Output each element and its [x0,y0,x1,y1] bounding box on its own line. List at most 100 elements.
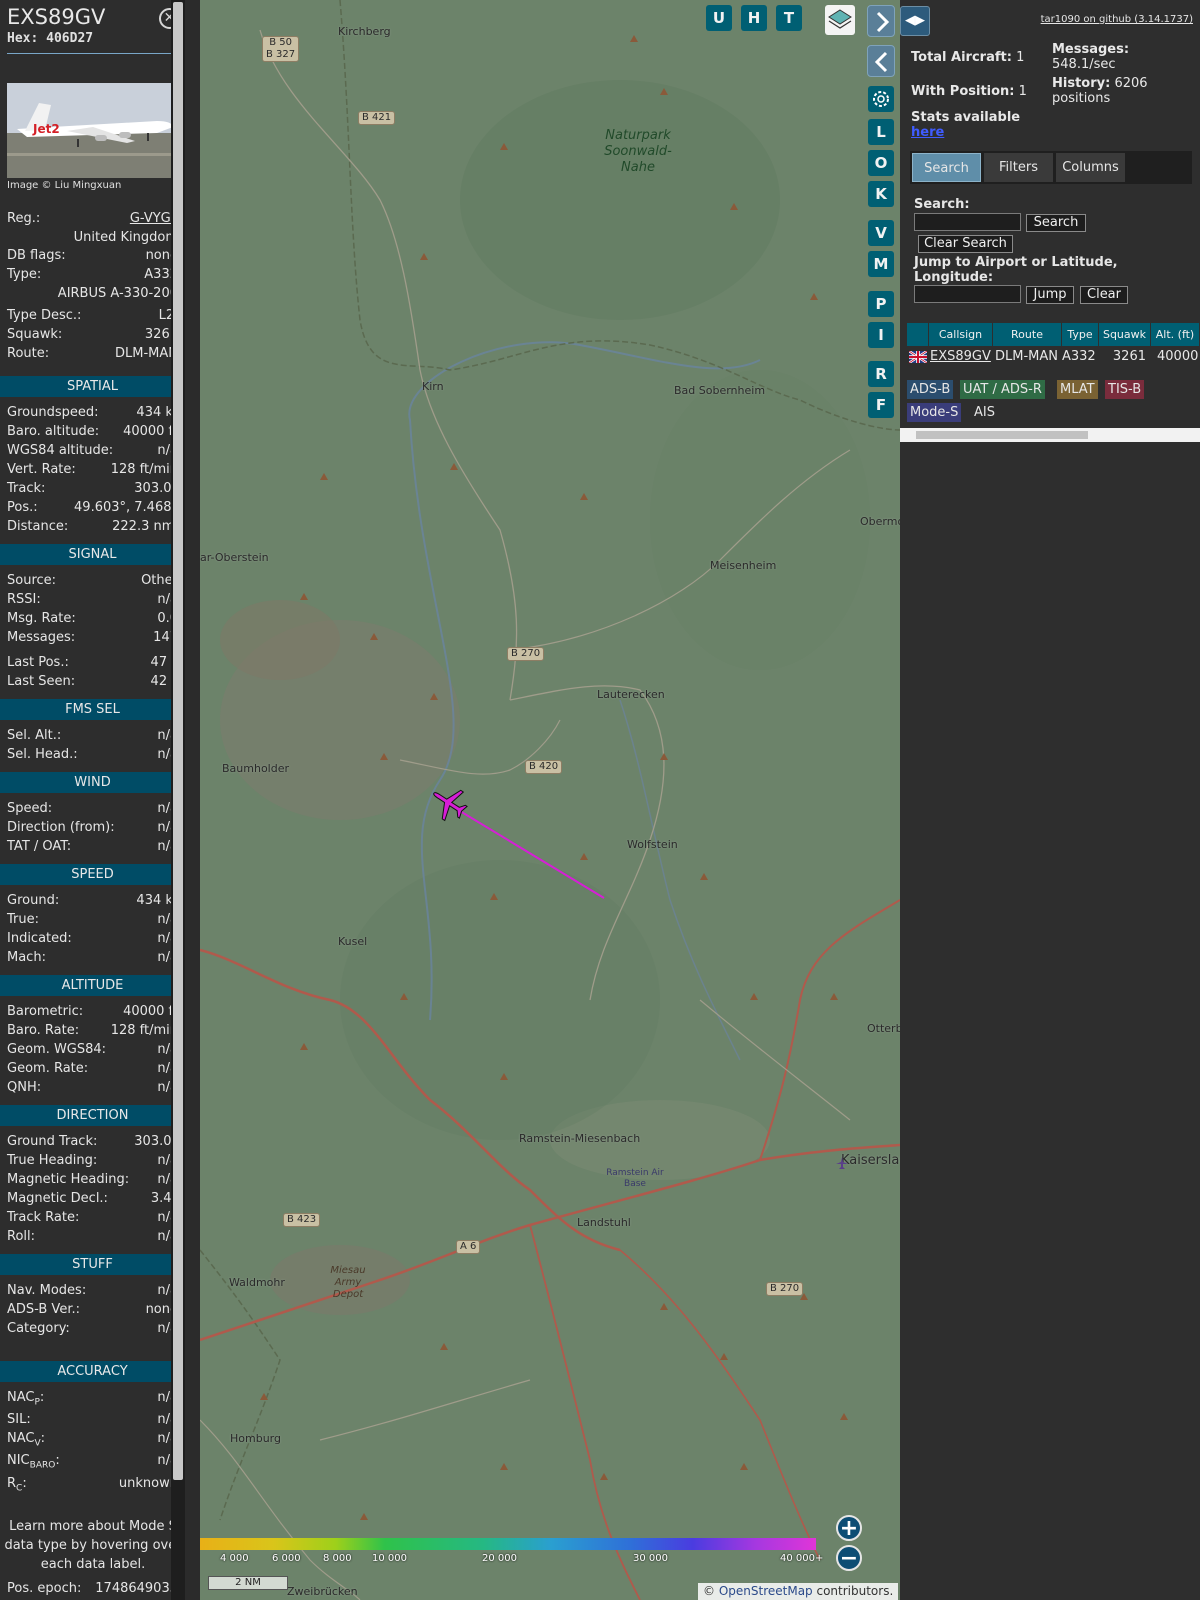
altitude-tick: 30 000 [633,1553,668,1564]
info-panel-scrollbar[interactable] [171,0,185,1600]
road-shield: B 270 [507,647,545,661]
aircraft-info-panel: EXS89GV Hex: 406D27 ✕ Jet2 Image © Liu M… [0,0,185,1600]
toggle-layout-button[interactable]: ◀▶ [900,6,930,36]
map-button-i[interactable]: I [868,322,894,348]
magnetic-decl-row: Magnetic Decl.: 3.4° [7,1191,178,1206]
col-type[interactable]: Type [1062,323,1099,346]
with-position-stat: With Position: 1 [911,84,1027,99]
stats-here-link[interactable]: here [911,125,944,140]
col-squawk[interactable]: Squawk [1099,323,1151,346]
place-label: Obermo [860,515,900,528]
altitude-tick: 20 000 [482,1553,517,1564]
map-button-r[interactable]: R [868,361,894,387]
groundspeed-row: Groundspeed: 434 kt [7,405,178,420]
row-squawk: 3261 [1112,349,1146,364]
zoom-out-button[interactable]: − [836,1545,862,1571]
map-button-t[interactable]: T [776,5,802,31]
table-horizontal-scrollbar[interactable] [900,428,1200,442]
aircraft-photo[interactable]: Jet2 [7,83,178,178]
map-view[interactable]: Kirchberg Kirn Bad Sobernheim Meisenheim… [200,0,900,1600]
messages-row: Messages: 147 [7,630,178,645]
row-callsign[interactable]: EXS89GV [930,348,991,366]
last-seen-row: Last Seen: 42 s [7,674,178,689]
search-input[interactable] [914,213,1021,231]
map-button-o[interactable]: O [868,150,894,176]
row-route: DLM-MAN [995,349,1058,364]
col-flag [907,323,929,346]
clear-button[interactable]: Clear [1080,286,1128,304]
settings-button[interactable] [868,86,894,112]
chip-modes: Mode-S [907,403,962,422]
altitude-tick: 40 000+ [780,1553,824,1564]
magnetic-heading-row: Magnetic Heading: n/a [7,1172,178,1187]
last-pos-row: Last Pos.: 47 s [7,655,178,670]
osm-link[interactable]: OpenStreetMap [719,1584,813,1598]
layers-button[interactable] [825,5,855,35]
jump-button[interactable]: Jump [1026,286,1074,304]
place-label: Lauterecken [597,688,665,701]
barometric-row: Barometric: 40000 ft [7,1004,178,1019]
version-link[interactable]: tar1090 on github (3.14.1737) [1041,14,1193,25]
section-wind: WIND [0,772,185,793]
map-button-u[interactable]: U [706,5,732,31]
place-label: ar-Oberstein [200,551,269,564]
map-button-f[interactable]: F [868,392,894,418]
ground-speed-row: Ground: 434 kt [7,893,178,908]
place-label: Homburg [230,1432,281,1445]
scale-bar: 2 NM [208,1576,288,1590]
dbflags-row: DB flags: none [7,248,178,263]
map-button-h[interactable]: H [741,5,767,31]
col-callsign[interactable]: Callsign [929,323,993,346]
nacp-row: NACP: n/a [7,1390,178,1408]
panel-tabs: Search Filters Columns [910,151,1192,184]
col-route[interactable]: Route [993,323,1062,346]
aircraft-list-panel: ◀▶ tar1090 on github (3.14.1737) Total A… [900,0,1200,1600]
aircraft-marker-icon[interactable] [429,783,469,823]
chip-mlat: MLAT [1057,380,1098,399]
map-button-l[interactable]: L [868,119,894,145]
map-attribution: © OpenStreetMap contributors. [698,1583,899,1600]
place-label: Bad Sobernheim [674,384,766,397]
table-scrollbar-thumb[interactable] [916,431,1088,439]
jump-input[interactable] [914,285,1021,303]
road-shield: B 270 [766,1282,804,1296]
search-button[interactable]: Search [1026,214,1086,232]
pos-epoch-row: Pos. epoch: 1748649033 [7,1581,178,1596]
chip-uat-adsr: UAT / ADS-R [960,380,1045,399]
info-scrollbar-thumb[interactable] [173,2,183,1480]
altitude-tick: 4 000 [220,1553,249,1564]
section-altitude: ALTITUDE [0,975,185,996]
place-label: Kirchberg [338,25,391,38]
tab-filters[interactable]: Filters [984,153,1053,182]
distance-row: Distance: 222.3 nmi [7,519,178,534]
map-button-m[interactable]: M [868,251,894,277]
position-row: Pos.: 49.603°, 7.468° [7,500,178,515]
depot-label: Miesau Army Depot [330,1265,366,1300]
map-button-k[interactable]: K [868,181,894,207]
nic-baro-row: NICBARO: n/a [7,1453,178,1471]
route-row: Route: DLM-MAN [7,346,178,361]
map-button-p[interactable]: P [868,291,894,317]
section-direction: DIRECTION [0,1105,185,1126]
road-shield: B 420 [525,760,563,774]
expand-right-button[interactable] [867,5,895,37]
jump-label: Jump to Airport or Latitude, Longitude: [914,255,1118,285]
type-row: Type: A332 [7,267,178,282]
zoom-in-button[interactable]: + [836,1515,862,1541]
tab-search[interactable]: Search [912,153,981,182]
section-accuracy: ACCURACY [0,1361,185,1382]
msg-rate-row: Msg. Rate: 0.0 [7,611,178,626]
altitude-color-legend [200,1538,816,1552]
col-altitude[interactable]: Alt. (ft) [1151,323,1200,346]
collapse-left-button[interactable] [867,45,895,77]
true-speed-row: True: n/a [7,912,178,927]
nacv-row: NACV: n/a [7,1431,178,1449]
tab-columns[interactable]: Columns [1056,153,1125,182]
clear-search-button[interactable]: Clear Search [918,235,1013,253]
uk-flag-icon [909,351,927,363]
map-button-v[interactable]: V [868,220,894,246]
history-stat: History: 6206 positions [1052,76,1148,106]
road-shield: A 6 [456,1240,481,1254]
gear-icon [873,91,889,107]
baro-altitude-row: Baro. altitude: 40000 ft [7,424,178,439]
